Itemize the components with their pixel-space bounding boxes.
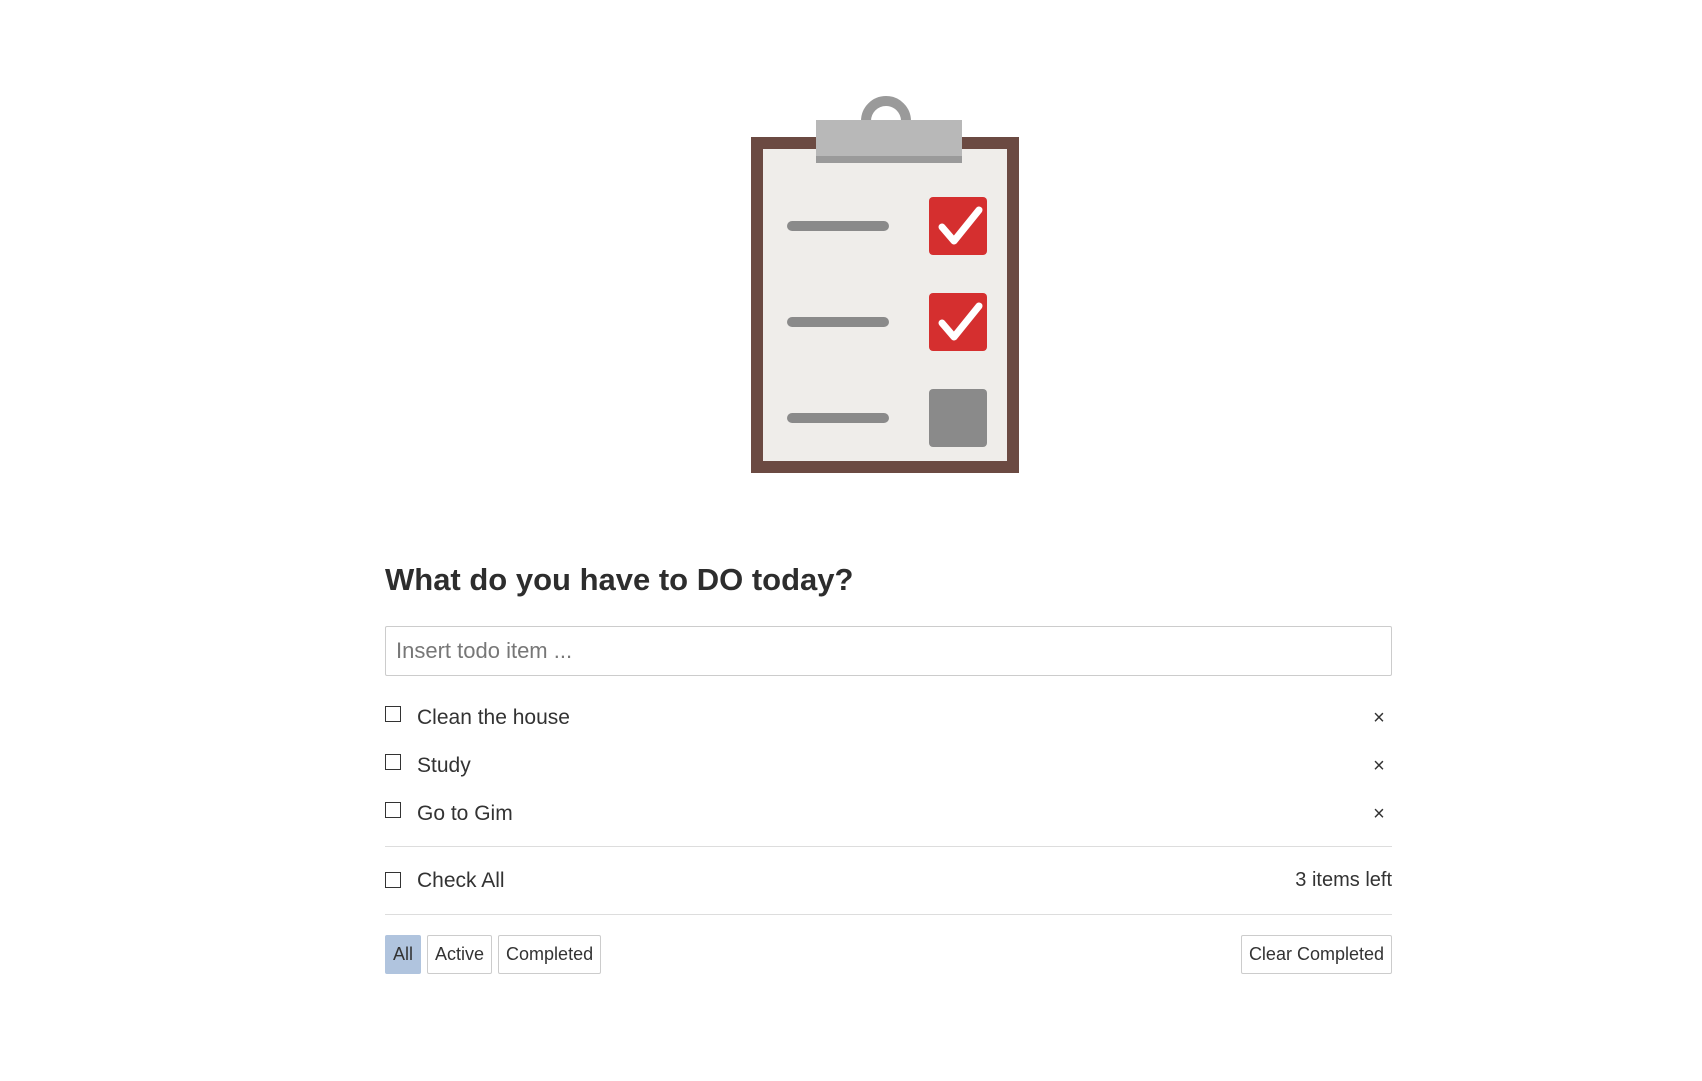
todo-checkbox[interactable] (385, 802, 401, 818)
app-logo (751, 93, 1019, 473)
checked-box-icon (929, 293, 987, 351)
delete-icon[interactable]: × (1371, 755, 1387, 778)
items-left-count: 3 items left (1295, 869, 1392, 891)
delete-icon[interactable]: × (1371, 707, 1387, 730)
delete-icon[interactable]: × (1371, 803, 1387, 826)
todo-item: Study × (385, 742, 1392, 790)
filter-completed-button[interactable]: Completed (498, 934, 602, 974)
todo-app: What do you have to DO today? Clean the … (385, 560, 1392, 974)
check-all-checkbox[interactable] (385, 871, 401, 888)
todo-item: Go to Gim × (385, 790, 1392, 838)
clipboard-checklist-icon (751, 96, 1019, 473)
clipboard-clip-ring (861, 96, 911, 122)
clear-completed-button[interactable]: Clear Completed (1240, 934, 1392, 974)
clipboard-clip (816, 120, 962, 158)
todo-checkbox[interactable] (385, 754, 401, 770)
filter-bar: All Active Completed Clear Completed (385, 934, 1392, 974)
list-footer: Check All 3 items left (385, 847, 1392, 914)
checked-box-icon (929, 197, 987, 255)
check-all-label: Check All (417, 868, 505, 892)
todo-item-text: Clean the house (417, 706, 570, 729)
page-title: What do you have to DO today? (385, 562, 854, 597)
todo-list: Clean the house × Study × Go to Gim × (385, 694, 1392, 838)
todo-item-text: Go to Gim (417, 802, 513, 825)
footer-divider (385, 914, 1392, 915)
todo-item: Clean the house × (385, 694, 1392, 742)
filter-all-button[interactable]: All (385, 934, 422, 974)
new-todo-input[interactable] (385, 626, 1392, 676)
clipboard-clip-shadow (816, 156, 962, 163)
todo-checkbox[interactable] (385, 706, 401, 722)
unchecked-box-icon (929, 389, 987, 447)
todo-item-text: Study (417, 754, 471, 777)
filter-active-button[interactable]: Active (427, 934, 493, 974)
